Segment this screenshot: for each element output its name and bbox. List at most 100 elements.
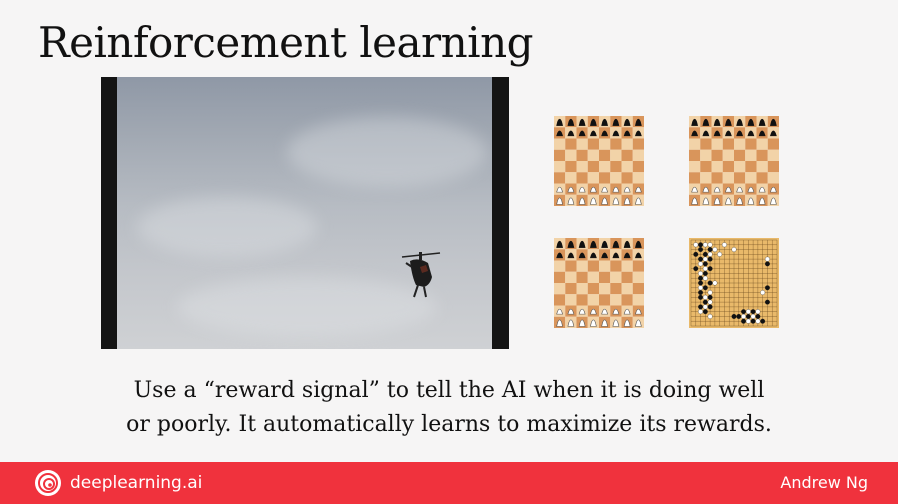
board-square — [632, 271, 644, 283]
helicopter-video[interactable] — [101, 77, 509, 349]
go-stone — [707, 304, 713, 310]
go-stone — [745, 318, 751, 324]
board-square — [621, 260, 633, 272]
board-square — [565, 271, 577, 283]
board-square — [554, 294, 566, 306]
caption-line-1: Use a “reward signal” to tell the AI whe… — [133, 378, 765, 403]
go-stone — [755, 318, 761, 324]
deeplearning-logo-icon — [35, 470, 61, 496]
go-stone — [755, 314, 761, 319]
board-square — [767, 138, 779, 150]
board-square — [576, 294, 588, 306]
board-square — [565, 138, 577, 150]
board-square — [610, 149, 622, 161]
go-stone — [702, 275, 708, 281]
board-square — [554, 172, 566, 184]
board-square — [565, 260, 577, 272]
board-square — [621, 294, 633, 306]
board-square — [554, 271, 566, 283]
board-square — [621, 161, 633, 173]
go-stone — [698, 256, 703, 262]
board-square — [632, 294, 644, 306]
go-stone — [702, 266, 708, 272]
board-square — [689, 161, 701, 173]
board-square — [632, 260, 644, 272]
slide-title: Reinforcement learning — [38, 18, 534, 67]
go-stone — [702, 242, 708, 248]
board-square — [576, 161, 588, 173]
go-stone — [698, 275, 703, 281]
go-stone — [693, 242, 699, 248]
board-square — [576, 260, 588, 272]
go-board — [689, 238, 779, 328]
board-square — [599, 260, 611, 272]
go-stone — [707, 242, 713, 248]
board-square — [689, 149, 701, 161]
board-square — [621, 149, 633, 161]
board-square — [722, 149, 734, 161]
helicopter-icon — [401, 252, 441, 298]
go-stone — [702, 309, 708, 315]
board-square — [722, 172, 734, 184]
go-stone — [702, 256, 708, 262]
board-square — [554, 260, 566, 272]
go-stone — [712, 280, 718, 286]
go-stone — [731, 247, 737, 252]
board-square — [554, 138, 566, 150]
go-stone — [698, 309, 703, 315]
go-stone — [702, 285, 708, 291]
board-square — [621, 271, 633, 283]
board-square — [587, 283, 599, 295]
go-stone — [765, 285, 770, 291]
board-square — [621, 138, 633, 150]
go-stone — [707, 294, 713, 300]
go-stone — [750, 309, 756, 315]
go-stone — [736, 314, 742, 319]
board-square — [632, 149, 644, 161]
board-square — [587, 271, 599, 283]
go-stone — [712, 247, 718, 252]
go-stone — [707, 290, 713, 295]
cloud — [177, 277, 437, 337]
go-stone — [707, 251, 713, 257]
go-stone — [707, 314, 713, 319]
board-square — [587, 161, 599, 173]
go-stone — [745, 314, 751, 319]
board-square — [576, 149, 588, 161]
go-stone — [702, 251, 708, 257]
go-stone — [722, 242, 727, 248]
board-square — [745, 149, 757, 161]
go-stone — [765, 256, 770, 262]
board-square — [745, 138, 757, 150]
board-square — [632, 138, 644, 150]
board-square — [565, 161, 577, 173]
go-stone — [702, 294, 708, 300]
go-stone — [707, 266, 713, 272]
board-square — [621, 172, 633, 184]
brand[interactable]: deeplearning.ai — [34, 469, 202, 497]
board-square — [711, 149, 723, 161]
board-square — [767, 172, 779, 184]
board-square — [767, 149, 779, 161]
go-stone — [741, 309, 746, 315]
board-square — [610, 172, 622, 184]
board-square — [734, 172, 746, 184]
go-stone — [702, 299, 708, 305]
board-square — [610, 294, 622, 306]
board-square — [610, 283, 622, 295]
board-square — [756, 149, 768, 161]
board-square — [711, 172, 723, 184]
go-stone — [702, 261, 708, 267]
board-square — [565, 172, 577, 184]
go-stone — [760, 318, 766, 324]
go-stone — [741, 318, 746, 324]
board-square — [599, 271, 611, 283]
brand-name: deeplearning.ai — [70, 473, 203, 493]
go-stone — [698, 294, 703, 300]
board-square — [756, 172, 768, 184]
board-square — [756, 138, 768, 150]
go-stone — [765, 299, 770, 305]
cloud — [137, 197, 317, 257]
footer-bar: deeplearning.ai Andrew Ng — [0, 462, 898, 504]
board-square — [587, 149, 599, 161]
